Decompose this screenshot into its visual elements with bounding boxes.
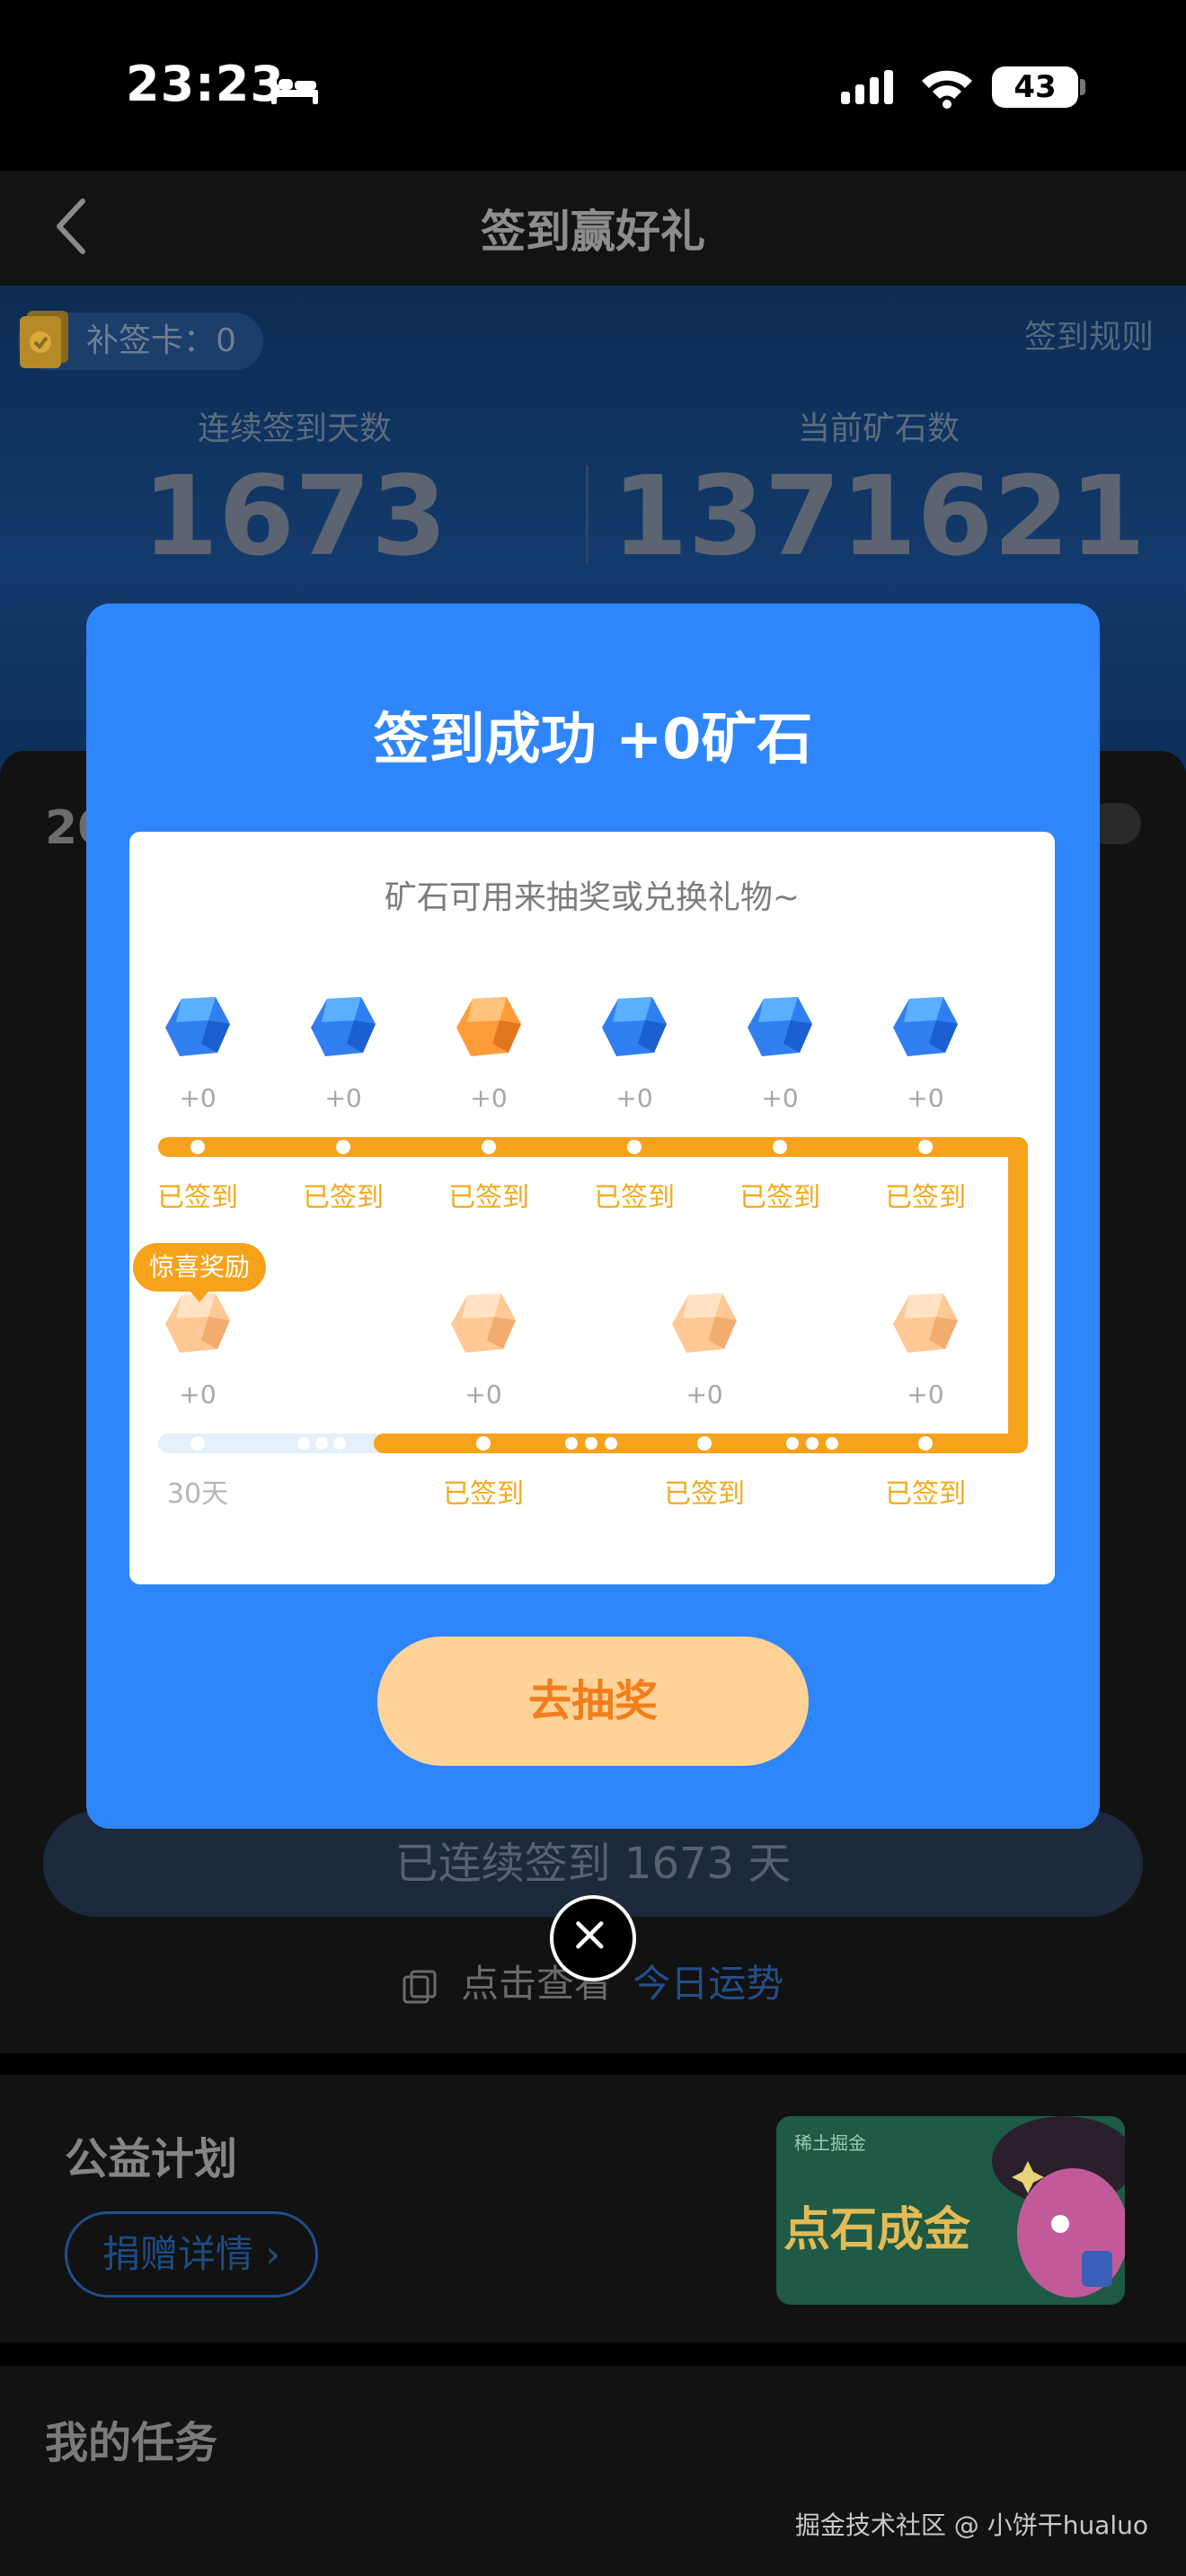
page-title: 签到赢好礼 xyxy=(481,206,705,258)
sleep-focus-icon xyxy=(271,74,318,104)
day-gem xyxy=(668,1290,740,1356)
nav-bar: 签到赢好礼 xyxy=(0,171,1186,286)
day-gem xyxy=(447,1290,519,1356)
surprise-reward-badge: 惊喜奖励 xyxy=(133,1243,266,1302)
day-reward: +0 xyxy=(761,1083,799,1113)
day-gem xyxy=(453,993,525,1060)
day-reward: +0 xyxy=(907,1083,944,1113)
fortune-icon xyxy=(403,1970,437,2003)
makeup-card-badge[interactable]: 补签卡：0 xyxy=(18,311,263,370)
streak-value: 1673 xyxy=(142,453,447,580)
donate-details-button[interactable]: 捐赠详情 › xyxy=(65,2211,318,2298)
banner-brand: 稀土掘金 xyxy=(794,2132,866,2154)
day-reward: +0 xyxy=(324,1083,362,1113)
battery-cap xyxy=(1080,79,1085,95)
day-status: 已签到 xyxy=(739,1182,820,1213)
day-gem xyxy=(307,993,379,1060)
day-status: 已签到 xyxy=(448,1182,529,1213)
wifi-icon xyxy=(922,70,972,109)
day-reward: +0 xyxy=(179,1083,217,1113)
banner-illustration-icon xyxy=(992,2116,1125,2298)
day-gem xyxy=(162,993,234,1060)
charity-section: 公益计划 捐赠详情 › 稀土掘金 点石成金 xyxy=(0,2075,1186,2342)
makeup-card-label: 补签卡：0 xyxy=(86,322,236,359)
ore-gem-icon xyxy=(456,997,521,1056)
day-gem xyxy=(598,993,670,1060)
charity-title: 公益计划 xyxy=(65,2134,238,2184)
day-reward: +0 xyxy=(470,1083,508,1113)
stat-divider xyxy=(586,465,589,564)
day-status: 已签到 xyxy=(303,1182,384,1213)
day-gem xyxy=(890,1290,961,1356)
battery-indicator: 43 xyxy=(992,66,1078,108)
tasks-title: 我的任务 xyxy=(45,2418,218,2468)
day-status: 已签到 xyxy=(443,1478,524,1510)
ore-gem-icon xyxy=(311,997,376,1056)
status-time: 23:23 xyxy=(126,56,285,112)
modal-title: 签到成功 +0矿石 xyxy=(373,706,813,772)
watermark: 掘金技术社区 @ 小饼干hualuo xyxy=(794,2510,1148,2540)
ore-gem-icon xyxy=(748,997,812,1056)
day-status: 已签到 xyxy=(594,1182,675,1213)
day-reward: +0 xyxy=(615,1083,653,1113)
signin-success-modal: 签到成功 +0矿石 矿石可用来抽奖或兑换礼物~ +0 已签到 +0 已签到 +0… xyxy=(86,604,1100,1829)
track-connector xyxy=(1008,1137,1028,1453)
reward-panel: 矿石可用来抽奖或兑换礼物~ +0 已签到 +0 已签到 +0 已签到 +0 已签… xyxy=(129,832,1055,1584)
status-bar: 23:23 43 xyxy=(0,0,1186,171)
day-status: 已签到 xyxy=(885,1478,966,1510)
day-reward: +0 xyxy=(686,1380,723,1409)
ore-gem-icon xyxy=(893,1293,958,1353)
day-reward: +0 xyxy=(179,1380,217,1409)
charity-banner[interactable]: 稀土掘金 点石成金 xyxy=(776,2116,1125,2305)
banner-text: 点石成金 xyxy=(783,2203,971,2257)
close-modal-button[interactable] xyxy=(550,1895,636,1981)
tasks-section: 我的任务 xyxy=(0,2366,1186,2576)
streak-label: 连续签到天数 xyxy=(197,410,392,447)
day-status: 已签到 xyxy=(664,1478,745,1510)
day-gem xyxy=(744,993,816,1060)
day-status: 已签到 xyxy=(157,1182,238,1213)
track-row1 xyxy=(158,1137,1028,1157)
signin-rules-link[interactable]: 签到规则 xyxy=(1024,311,1154,357)
day-gem xyxy=(890,993,961,1060)
day-status: 已签到 xyxy=(885,1182,966,1213)
ore-gem-icon xyxy=(602,997,667,1056)
makeup-card-icon xyxy=(20,311,68,368)
close-icon xyxy=(576,1921,604,1949)
go-draw-button[interactable]: 去抽奖 xyxy=(377,1636,809,1766)
fortune-link[interactable]: 今日运势 xyxy=(633,1962,783,2006)
ore-value: 1371621 xyxy=(611,453,1146,580)
day-reward: +0 xyxy=(907,1380,944,1409)
day-reward: +0 xyxy=(465,1380,502,1409)
ore-gem-icon xyxy=(893,997,958,1056)
day-status: 30天 xyxy=(166,1478,229,1510)
ore-gem-icon xyxy=(451,1293,516,1353)
ore-gem-icon xyxy=(165,997,230,1056)
ore-label: 当前矿石数 xyxy=(797,410,960,447)
cellular-signal-icon xyxy=(841,70,893,104)
ore-gem-icon xyxy=(672,1293,737,1353)
